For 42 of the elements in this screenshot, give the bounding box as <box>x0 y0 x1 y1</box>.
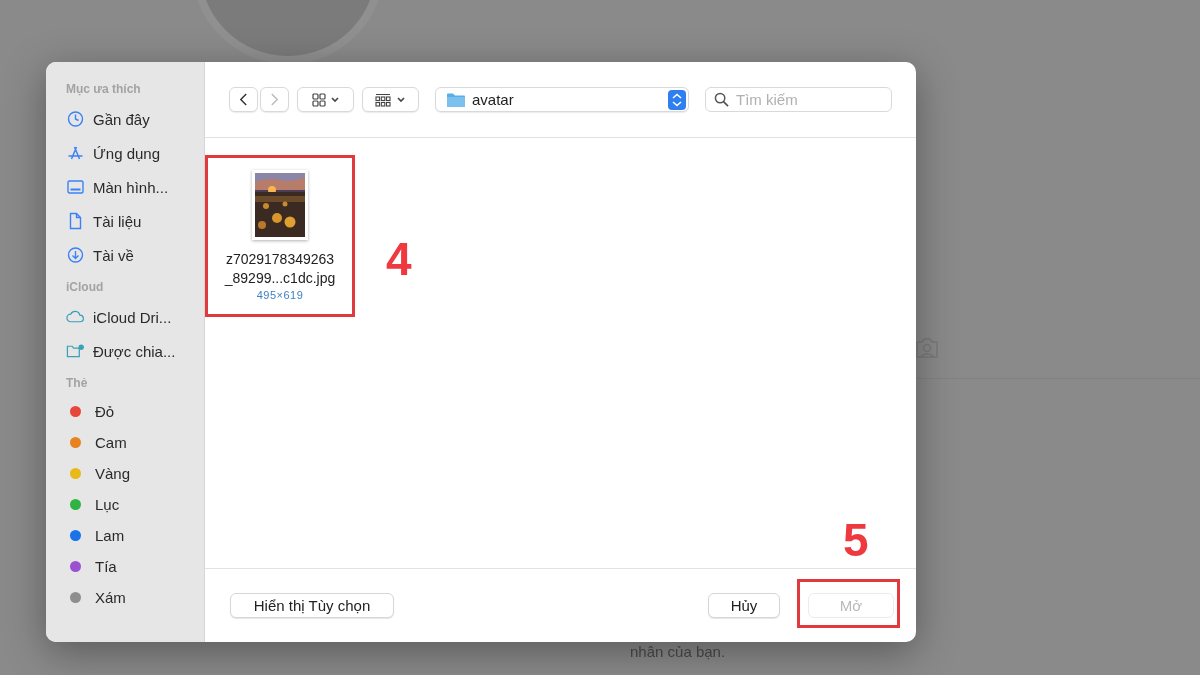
back-button[interactable] <box>229 87 258 112</box>
sidebar-item[interactable]: Tài liệu <box>66 204 204 238</box>
location-popup[interactable]: avatar <box>435 87 689 112</box>
cancel-button[interactable]: Hủy <box>708 593 780 618</box>
display-icon <box>66 178 85 196</box>
download-icon <box>66 246 85 264</box>
icon-view-button[interactable] <box>297 87 354 112</box>
file-item[interactable]: z7029178349263 _89299...c1dc.jpg 495×619 <box>215 154 345 303</box>
folder-icon <box>446 91 466 108</box>
sidebar-item[interactable]: Xám <box>66 582 204 613</box>
shared-folder-icon <box>66 342 85 360</box>
sidebar-item[interactable]: Cam <box>66 427 204 458</box>
sidebar-item[interactable]: Lam <box>66 520 204 551</box>
grid-icon <box>310 92 341 107</box>
sidebar-item[interactable]: Màn hình... <box>66 170 204 204</box>
section-title: iCloud <box>66 280 105 296</box>
sidebar-item[interactable]: Tía <box>66 551 204 582</box>
sidebar-item[interactable]: Lục <box>66 489 204 520</box>
apps-icon <box>66 144 85 162</box>
search-icon <box>714 92 729 107</box>
sidebar-item[interactable]: Vàng <box>66 458 204 489</box>
sidebar-item[interactable]: Gần đây <box>66 102 204 136</box>
sidebar-item[interactable]: Tài về <box>66 238 204 272</box>
section-title: Mục ưa thích <box>66 82 142 98</box>
step-number: 4 <box>386 236 412 282</box>
image-dimensions: 495×619 <box>256 288 304 303</box>
sidebar-item[interactable]: Được chia... <box>66 334 204 368</box>
clock-icon <box>66 110 85 128</box>
group-view-button[interactable] <box>362 87 419 112</box>
search-field[interactable]: Tìm kiếm <box>705 87 892 112</box>
sidebar-item[interactable]: Ứng dụng <box>66 136 204 170</box>
step-number: 5 <box>843 517 869 563</box>
file-name: z7029178349263 _89299...c1dc.jpg <box>224 250 336 288</box>
chevron-right-icon <box>270 93 279 106</box>
chevron-left-icon <box>239 93 248 106</box>
stepper-icon <box>668 89 686 110</box>
camera-icon <box>914 336 940 360</box>
show-options-button[interactable]: Hiển thị Tùy chọn <box>230 593 394 618</box>
section-title: Thẻ <box>66 376 89 392</box>
sidebar-item[interactable]: iCloud Dri... <box>66 300 204 334</box>
grouped-grid-icon <box>373 92 408 107</box>
sidebar-item[interactable]: Đỏ <box>66 396 204 427</box>
